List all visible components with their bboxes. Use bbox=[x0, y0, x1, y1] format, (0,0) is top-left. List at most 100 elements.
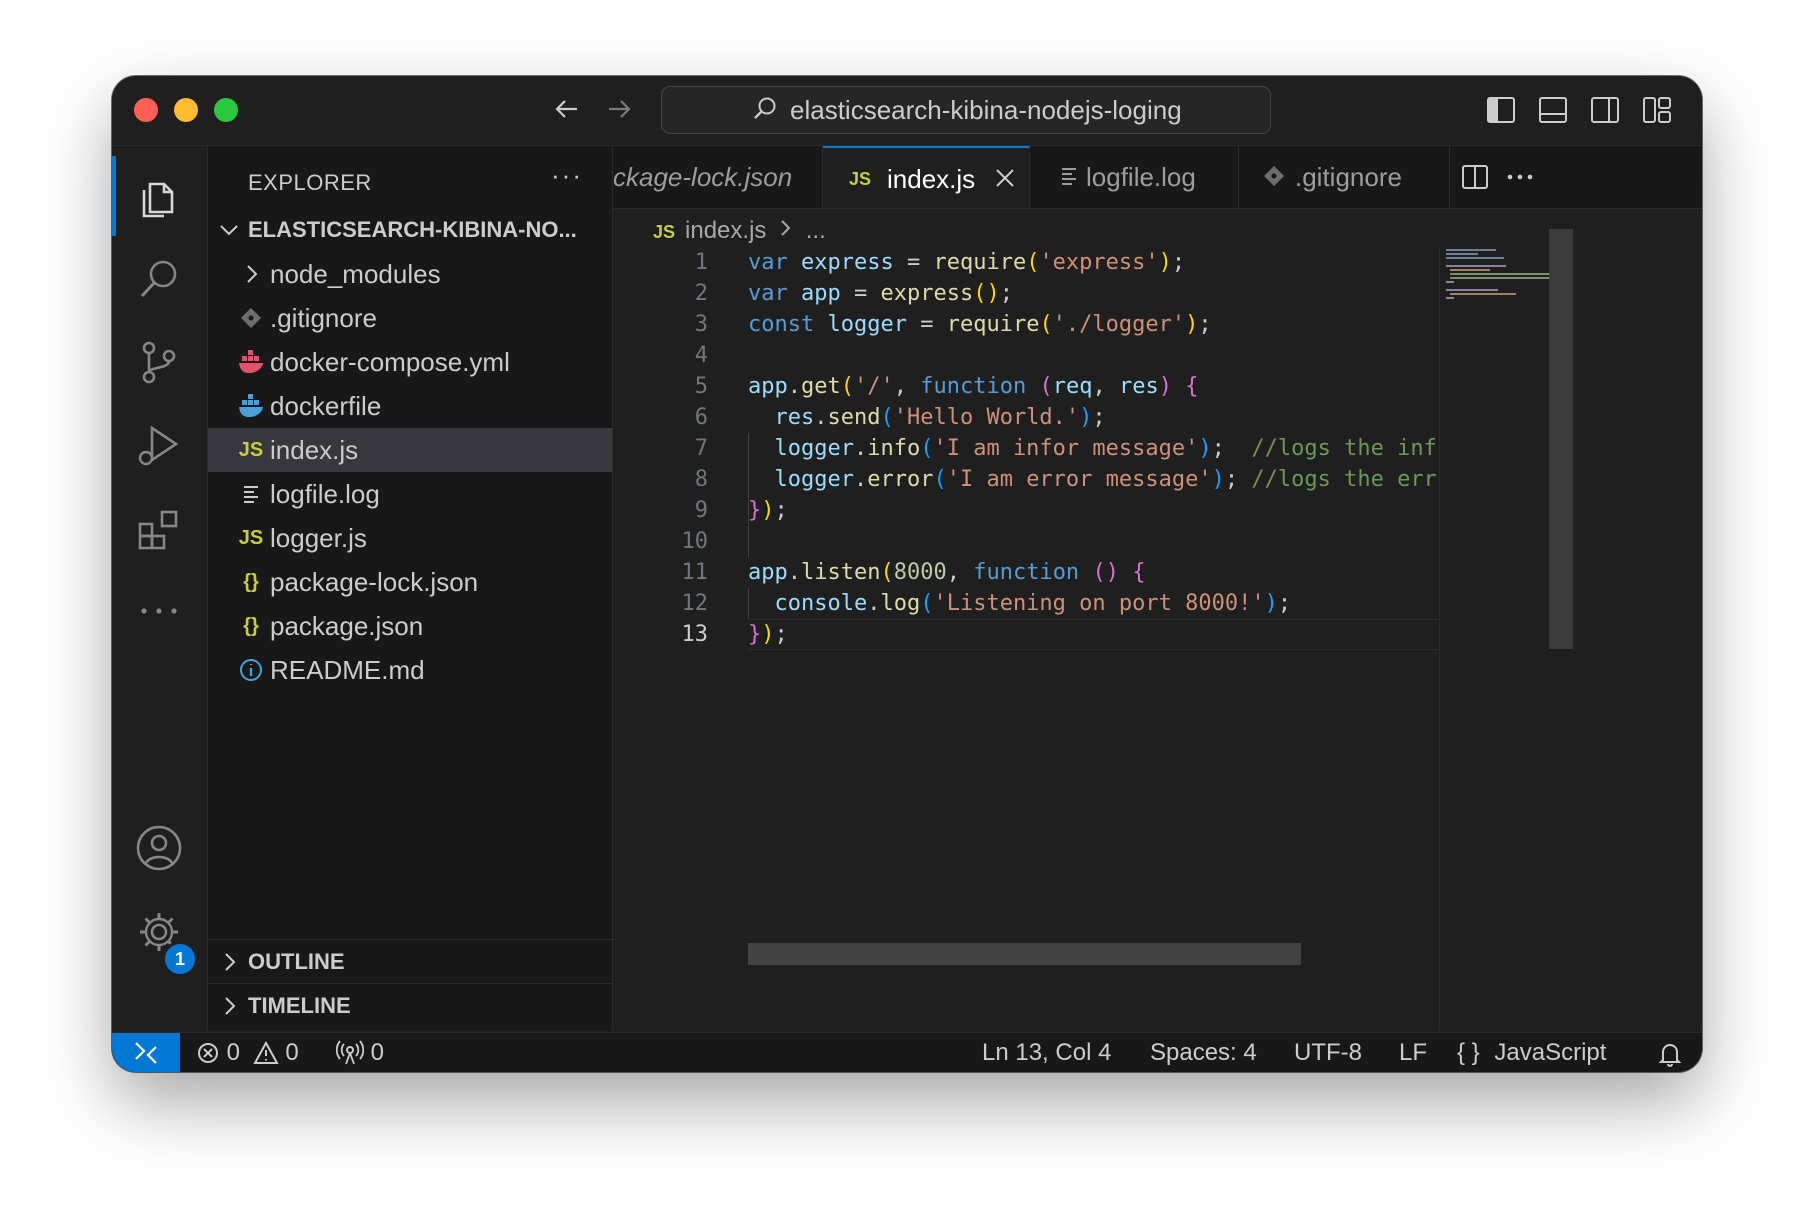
extensions-icon bbox=[138, 510, 178, 550]
line-number: 1 bbox=[694, 250, 708, 275]
tab-label: logfile.log bbox=[1086, 162, 1196, 192]
tree-item-label: docker-compose.yml bbox=[270, 347, 510, 377]
minimize-window-button[interactable] bbox=[174, 98, 198, 122]
run-debug-icon bbox=[138, 425, 179, 466]
run-debug-activity[interactable] bbox=[112, 404, 207, 484]
explorer-sidebar: EXPLORER ··· ELASTICSEARCH-KIBINA-NO... … bbox=[208, 146, 613, 1031]
js-icon: JS bbox=[238, 439, 264, 461]
search-activity[interactable] bbox=[112, 238, 207, 318]
braces-icon: { } bbox=[1457, 1039, 1480, 1066]
broadcast-icon bbox=[335, 1040, 365, 1065]
tree-item-label: dockerfile bbox=[270, 391, 382, 421]
tab-label: ckage-lock.json bbox=[613, 162, 793, 192]
account-icon bbox=[136, 825, 182, 871]
breadcrumb-symbol[interactable]: ... bbox=[806, 217, 826, 244]
arrow-right-icon bbox=[609, 100, 631, 118]
language-label: JavaScript bbox=[1494, 1039, 1607, 1066]
tree-item-logfile[interactable]: logfile.log bbox=[208, 472, 612, 516]
search-icon bbox=[754, 97, 776, 119]
eol-setting[interactable]: LF bbox=[1399, 1033, 1427, 1072]
tree-item-gitignore[interactable]: .gitignore bbox=[208, 296, 612, 340]
line-number: 4 bbox=[694, 343, 708, 368]
close-icon[interactable] bbox=[993, 148, 1017, 208]
tree-item-label: .gitignore bbox=[270, 303, 377, 333]
remote-indicator[interactable] bbox=[112, 1033, 180, 1072]
tree-item-label: package.json bbox=[270, 611, 424, 641]
line-number: 10 bbox=[681, 529, 709, 554]
split-editor-button[interactable] bbox=[1461, 146, 1489, 208]
line-number: 11 bbox=[681, 560, 709, 585]
tree-item-docker-compose[interactable]: docker-compose.yml bbox=[208, 340, 612, 384]
notifications-button[interactable] bbox=[1658, 1033, 1682, 1072]
code-lines: var express = require('express'); var app… bbox=[748, 247, 1436, 650]
tree-item-package-json[interactable]: {} package.json bbox=[208, 604, 612, 648]
ports-indicator[interactable]: 0 bbox=[335, 1033, 384, 1072]
explorer-activity[interactable] bbox=[112, 156, 207, 236]
line-number: 2 bbox=[694, 281, 708, 306]
maximize-window-button[interactable] bbox=[214, 98, 238, 122]
indentation-setting[interactable]: Spaces: 4 bbox=[1150, 1033, 1257, 1072]
vertical-scrollbar-thumb[interactable] bbox=[1549, 229, 1573, 649]
tab-index-js[interactable]: JS index.js bbox=[823, 146, 1030, 208]
tree-item-node-modules[interactable]: node_modules bbox=[208, 252, 612, 296]
explorer-more-actions[interactable]: ··· bbox=[551, 160, 583, 191]
tab-gitignore[interactable]: .gitignore bbox=[1239, 146, 1450, 208]
code-line: var express = require('express'); bbox=[748, 250, 1186, 275]
tree-item-package-lock[interactable]: {} package-lock.json bbox=[208, 560, 612, 604]
toggle-secondary-sidebar-icon[interactable] bbox=[1590, 95, 1620, 125]
problems-indicator[interactable]: 0 0 bbox=[196, 1033, 299, 1072]
tab-package-lock-json[interactable]: ckage-lock.json bbox=[613, 146, 823, 208]
warning-count: 0 bbox=[285, 1039, 299, 1066]
tab-logfile-log[interactable]: logfile.log bbox=[1030, 146, 1239, 208]
go-forward-button[interactable] bbox=[602, 94, 636, 128]
extensions-activity[interactable] bbox=[112, 488, 207, 568]
code-line: var app = express(); bbox=[748, 281, 1013, 306]
minimap[interactable] bbox=[1439, 247, 1550, 1031]
line-number: 5 bbox=[694, 374, 708, 399]
encoding-setting[interactable]: UTF-8 bbox=[1294, 1033, 1362, 1072]
workspace-folder-header[interactable]: ELASTICSEARCH-KIBINA-NO... bbox=[208, 208, 612, 252]
tree-item-dockerfile[interactable]: dockerfile bbox=[208, 384, 612, 428]
cursor-position[interactable]: Ln 13, Col 4 bbox=[982, 1033, 1111, 1072]
tree-item-readme[interactable]: README.md bbox=[208, 648, 612, 692]
git-icon bbox=[1263, 146, 1285, 208]
code-editor[interactable]: JS index.js ... 1 2 3 4 5 6 7 8 9 10 11 1… bbox=[613, 209, 1702, 1031]
tree-item-label: index.js bbox=[270, 435, 359, 465]
language-mode[interactable]: { } JavaScript bbox=[1457, 1033, 1606, 1072]
arrow-left-icon bbox=[555, 100, 577, 118]
tree-item-label: package-lock.json bbox=[270, 567, 479, 597]
breadcrumb-file[interactable]: index.js bbox=[685, 217, 766, 244]
line-number: 6 bbox=[694, 405, 708, 430]
line-number: 7 bbox=[694, 436, 708, 461]
source-control-activity[interactable] bbox=[112, 321, 207, 401]
customize-layout-icon[interactable] bbox=[1642, 95, 1672, 125]
search-icon bbox=[140, 260, 177, 298]
files-icon bbox=[142, 182, 174, 218]
workspace-folder-name: ELASTICSEARCH-KIBINA-NO... bbox=[248, 217, 577, 242]
toggle-panel-icon[interactable] bbox=[1538, 95, 1568, 125]
toggle-primary-sidebar-icon[interactable] bbox=[1486, 95, 1516, 125]
outline-section[interactable]: OUTLINE bbox=[208, 939, 612, 984]
editor-tab-bar: ckage-lock.json JS index.js logfile.log … bbox=[613, 146, 1702, 209]
js-icon: JS bbox=[238, 527, 264, 549]
code-line: const logger = require('./logger'); bbox=[748, 312, 1212, 337]
tree-item-label: logfile.log bbox=[270, 479, 380, 509]
manage-activity[interactable]: 1 bbox=[112, 891, 207, 977]
line-number-current: 13 bbox=[681, 622, 709, 647]
line-number: 8 bbox=[694, 467, 708, 492]
tree-item-index-js[interactable]: JS index.js bbox=[208, 428, 612, 472]
horizontal-scrollbar-thumb[interactable] bbox=[748, 943, 1301, 965]
tree-item-logger-js[interactable]: JS logger.js bbox=[208, 516, 612, 560]
close-window-button[interactable] bbox=[134, 98, 158, 122]
ellipsis-icon bbox=[1507, 174, 1533, 180]
vscode-window: elasticsearch-kibina-nodejs-loging 1 EXP… bbox=[112, 76, 1702, 1072]
command-center-search[interactable]: elasticsearch-kibina-nodejs-loging bbox=[661, 86, 1271, 134]
more-activities[interactable] bbox=[112, 571, 207, 651]
code-line: app.listen(8000, function () { bbox=[748, 560, 1146, 585]
go-back-button[interactable] bbox=[550, 94, 584, 128]
timeline-section[interactable]: TIMELINE bbox=[208, 983, 612, 1028]
ellipsis-icon bbox=[141, 608, 177, 614]
editor-more-actions[interactable] bbox=[1505, 146, 1535, 208]
accounts-activity[interactable] bbox=[112, 807, 207, 887]
remote-icon bbox=[135, 1042, 157, 1064]
